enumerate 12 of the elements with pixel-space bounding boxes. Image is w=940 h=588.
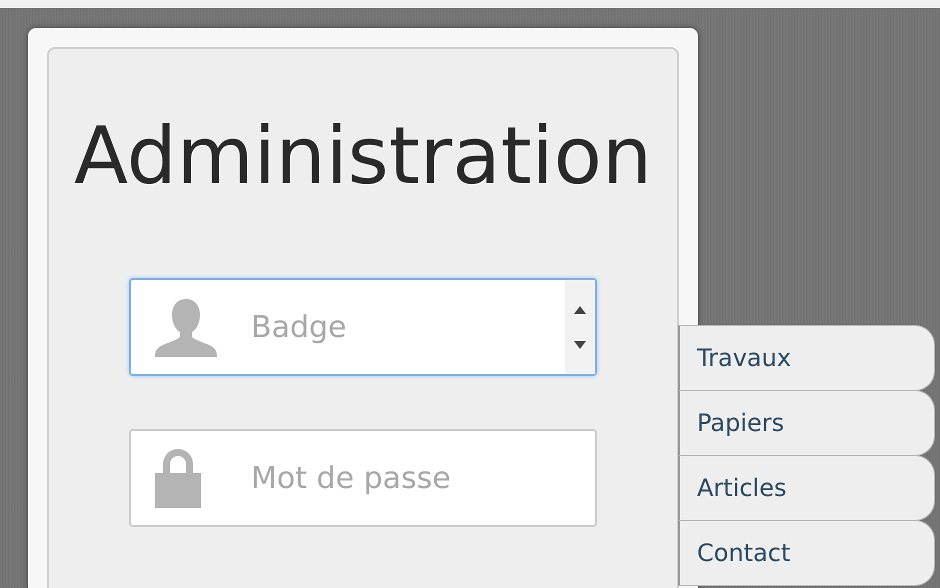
lock-icon [153, 447, 203, 509]
input-field[interactable]: Badge [129, 278, 597, 376]
input-field[interactable]: Mot de passe [129, 429, 597, 527]
menu-tab[interactable]: Contact [678, 520, 935, 586]
menu-tab[interactable]: Travaux [678, 325, 935, 391]
menu-tab[interactable]: Articles [678, 455, 935, 521]
page-title: Administration [74, 117, 652, 196]
user-icon [153, 297, 219, 357]
down-arrow-icon[interactable] [574, 340, 586, 348]
up-arrow-icon[interactable] [574, 306, 586, 314]
spinner-control[interactable] [565, 280, 595, 374]
menu-tab[interactable]: Papiers [678, 390, 935, 456]
